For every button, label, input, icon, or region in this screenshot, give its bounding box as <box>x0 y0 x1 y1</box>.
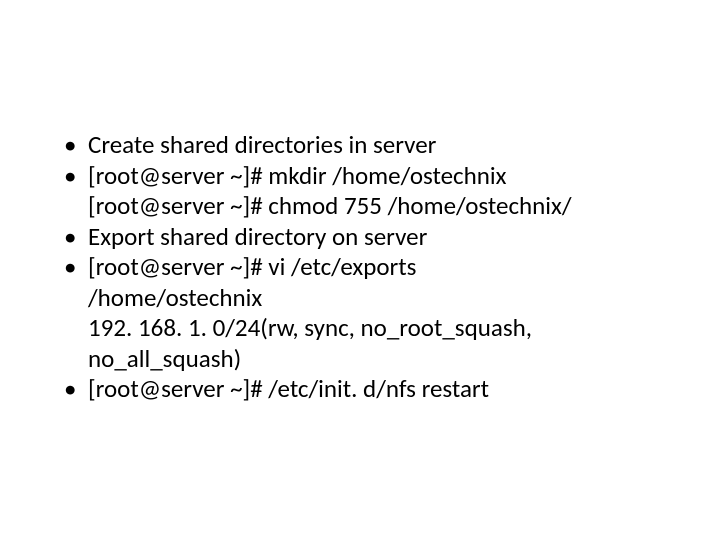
bullet-text: Export shared directory on server <box>88 222 660 253</box>
bullet-text: [root@server ~]# mkdir /home/ostechnix <box>88 161 660 192</box>
list-item: [root@server ~]# /etc/init. d/nfs restar… <box>60 374 660 405</box>
bullet-list: Create shared directories in server [roo… <box>60 130 660 405</box>
list-item: [root@server ~]# mkdir /home/ostechnix [… <box>60 161 660 222</box>
bullet-text: [root@server ~]# vi /etc/exports <box>88 252 660 283</box>
bullet-text: [root@server ~]# /etc/init. d/nfs restar… <box>88 374 660 405</box>
bullet-text: Create shared directories in server <box>88 130 660 161</box>
list-item: Create shared directories in server <box>60 130 660 161</box>
bullet-text: /home/ostechnix <box>88 283 660 314</box>
bullet-text: 192. 168. 1. 0/24(rw, sync, no_root_squa… <box>88 313 660 374</box>
bullet-text: [root@server ~]# chmod 755 /home/ostechn… <box>88 191 660 222</box>
list-item: Export shared directory on server <box>60 222 660 253</box>
list-item: [root@server ~]# vi /etc/exports /home/o… <box>60 252 660 374</box>
slide: Create shared directories in server [roo… <box>0 0 720 540</box>
